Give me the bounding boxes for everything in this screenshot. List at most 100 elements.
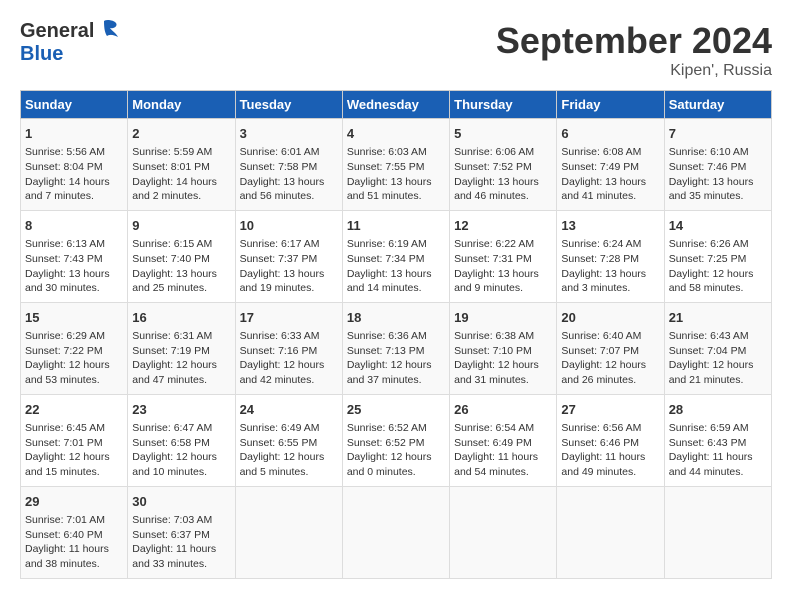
day-number: 28 (669, 401, 767, 419)
sunset-info: Sunset: 7:13 PM (347, 345, 425, 357)
sunrise-info: Sunrise: 5:56 AM (25, 146, 105, 158)
sunrise-info: Sunrise: 6:01 AM (240, 146, 320, 158)
calendar-cell: 29 Sunrise: 7:01 AM Sunset: 6:40 PM Dayl… (21, 486, 128, 578)
calendar-cell: 21 Sunrise: 6:43 AM Sunset: 7:04 PM Dayl… (664, 302, 771, 394)
calendar-cell: 7 Sunrise: 6:10 AM Sunset: 7:46 PM Dayli… (664, 119, 771, 211)
daylight-hours-label: Daylight: 11 hours (669, 451, 753, 463)
daylight-minutes-label: and 26 minutes. (561, 374, 636, 386)
sunrise-info: Sunrise: 5:59 AM (132, 146, 212, 158)
day-number: 14 (669, 217, 767, 235)
daylight-hours-label: Daylight: 13 hours (669, 176, 754, 188)
sunrise-info: Sunrise: 6:22 AM (454, 238, 534, 250)
calendar-cell: 8 Sunrise: 6:13 AM Sunset: 7:43 PM Dayli… (21, 210, 128, 302)
calendar-cell (342, 486, 449, 578)
calendar-week-row: 29 Sunrise: 7:01 AM Sunset: 6:40 PM Dayl… (21, 486, 772, 578)
sunrise-info: Sunrise: 6:13 AM (25, 238, 105, 250)
calendar-cell: 10 Sunrise: 6:17 AM Sunset: 7:37 PM Dayl… (235, 210, 342, 302)
calendar-cell (450, 486, 557, 578)
calendar-cell: 20 Sunrise: 6:40 AM Sunset: 7:07 PM Dayl… (557, 302, 664, 394)
sunset-info: Sunset: 7:58 PM (240, 161, 318, 173)
day-number: 23 (132, 401, 230, 419)
sunrise-info: Sunrise: 6:26 AM (669, 238, 749, 250)
daylight-minutes-label: and 14 minutes. (347, 282, 422, 294)
daylight-minutes-label: and 53 minutes. (25, 374, 100, 386)
calendar-cell: 5 Sunrise: 6:06 AM Sunset: 7:52 PM Dayli… (450, 119, 557, 211)
daylight-minutes-label: and 37 minutes. (347, 374, 422, 386)
calendar-week-row: 8 Sunrise: 6:13 AM Sunset: 7:43 PM Dayli… (21, 210, 772, 302)
daylight-minutes-label: and 33 minutes. (132, 558, 207, 570)
calendar-week-row: 15 Sunrise: 6:29 AM Sunset: 7:22 PM Dayl… (21, 302, 772, 394)
daylight-hours-label: Daylight: 12 hours (240, 359, 325, 371)
calendar-cell: 15 Sunrise: 6:29 AM Sunset: 7:22 PM Dayl… (21, 302, 128, 394)
daylight-hours-label: Daylight: 13 hours (454, 176, 539, 188)
day-number: 15 (25, 309, 123, 327)
day-number: 16 (132, 309, 230, 327)
calendar-table: SundayMondayTuesdayWednesdayThursdayFrid… (20, 90, 772, 579)
calendar-cell: 4 Sunrise: 6:03 AM Sunset: 7:55 PM Dayli… (342, 119, 449, 211)
day-number: 5 (454, 125, 552, 143)
daylight-minutes-label: and 31 minutes. (454, 374, 529, 386)
sunrise-info: Sunrise: 6:43 AM (669, 330, 749, 342)
daylight-hours-label: Daylight: 12 hours (454, 359, 539, 371)
daylight-hours-label: Daylight: 12 hours (347, 359, 432, 371)
calendar-cell: 12 Sunrise: 6:22 AM Sunset: 7:31 PM Dayl… (450, 210, 557, 302)
sunrise-info: Sunrise: 6:56 AM (561, 422, 641, 434)
daylight-minutes-label: and 58 minutes. (669, 282, 744, 294)
sunset-info: Sunset: 6:40 PM (25, 529, 103, 541)
calendar-day-header: Friday (557, 91, 664, 119)
calendar-cell: 22 Sunrise: 6:45 AM Sunset: 7:01 PM Dayl… (21, 394, 128, 486)
title-block: September 2024 Kipen', Russia (496, 20, 772, 80)
calendar-cell: 2 Sunrise: 5:59 AM Sunset: 8:01 PM Dayli… (128, 119, 235, 211)
daylight-hours-label: Daylight: 13 hours (240, 268, 325, 280)
calendar-cell: 6 Sunrise: 6:08 AM Sunset: 7:49 PM Dayli… (557, 119, 664, 211)
sunrise-info: Sunrise: 6:29 AM (25, 330, 105, 342)
daylight-minutes-label: and 44 minutes. (669, 466, 744, 478)
sunset-info: Sunset: 7:04 PM (669, 345, 747, 357)
daylight-minutes-label: and 47 minutes. (132, 374, 207, 386)
daylight-minutes-label: and 38 minutes. (25, 558, 100, 570)
sunrise-info: Sunrise: 6:40 AM (561, 330, 641, 342)
calendar-day-header: Thursday (450, 91, 557, 119)
daylight-minutes-label: and 7 minutes. (25, 190, 94, 202)
sunset-info: Sunset: 6:52 PM (347, 437, 425, 449)
sunset-info: Sunset: 7:46 PM (669, 161, 747, 173)
calendar-cell (664, 486, 771, 578)
day-number: 2 (132, 125, 230, 143)
sunset-info: Sunset: 7:25 PM (669, 253, 747, 265)
sunrise-info: Sunrise: 7:01 AM (25, 514, 105, 526)
daylight-minutes-label: and 19 minutes. (240, 282, 315, 294)
day-number: 27 (561, 401, 659, 419)
sunrise-info: Sunrise: 6:17 AM (240, 238, 320, 250)
daylight-minutes-label: and 10 minutes. (132, 466, 207, 478)
sunset-info: Sunset: 7:55 PM (347, 161, 425, 173)
daylight-minutes-label: and 54 minutes. (454, 466, 529, 478)
day-number: 3 (240, 125, 338, 143)
calendar-cell: 1 Sunrise: 5:56 AM Sunset: 8:04 PM Dayli… (21, 119, 128, 211)
calendar-week-row: 22 Sunrise: 6:45 AM Sunset: 7:01 PM Dayl… (21, 394, 772, 486)
daylight-hours-label: Daylight: 13 hours (347, 176, 432, 188)
day-number: 7 (669, 125, 767, 143)
sunset-info: Sunset: 7:52 PM (454, 161, 532, 173)
sunrise-info: Sunrise: 6:24 AM (561, 238, 641, 250)
daylight-hours-label: Daylight: 13 hours (454, 268, 539, 280)
daylight-hours-label: Daylight: 12 hours (240, 451, 325, 463)
calendar-day-header: Wednesday (342, 91, 449, 119)
day-number: 1 (25, 125, 123, 143)
day-number: 25 (347, 401, 445, 419)
daylight-minutes-label: and 42 minutes. (240, 374, 315, 386)
day-number: 9 (132, 217, 230, 235)
sunrise-info: Sunrise: 6:06 AM (454, 146, 534, 158)
daylight-minutes-label: and 49 minutes. (561, 466, 636, 478)
logo: General Blue (20, 20, 118, 66)
sunset-info: Sunset: 7:28 PM (561, 253, 639, 265)
daylight-minutes-label: and 15 minutes. (25, 466, 100, 478)
day-number: 21 (669, 309, 767, 327)
daylight-hours-label: Daylight: 11 hours (454, 451, 538, 463)
calendar-day-header: Monday (128, 91, 235, 119)
calendar-cell: 9 Sunrise: 6:15 AM Sunset: 7:40 PM Dayli… (128, 210, 235, 302)
sunrise-info: Sunrise: 6:49 AM (240, 422, 320, 434)
daylight-minutes-label: and 2 minutes. (132, 190, 201, 202)
day-number: 6 (561, 125, 659, 143)
daylight-hours-label: Daylight: 14 hours (25, 176, 110, 188)
day-number: 30 (132, 493, 230, 511)
